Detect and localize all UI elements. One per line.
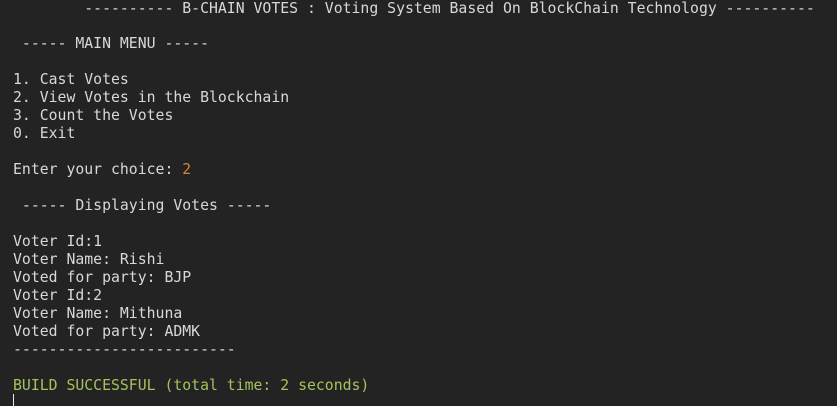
text-cursor — [13, 394, 14, 406]
display-votes-title: ----- Displaying Votes ----- — [13, 197, 272, 214]
menu-item-view-votes: 2. View Votes in the Blockchain — [13, 89, 290, 106]
vote-voter-id: Voter Id:2 — [13, 287, 103, 304]
vote-voter-name: Voter Name: Mithuna — [13, 305, 183, 322]
build-status: BUILD SUCCESSFUL (total time: 2 seconds) — [13, 377, 370, 394]
choice-input: 2 — [182, 161, 192, 178]
main-menu-title: ----- MAIN MENU ----- — [13, 35, 209, 52]
vote-party: Voted for party: BJP — [13, 269, 192, 286]
menu-item-count-votes: 3. Count the Votes — [13, 107, 174, 124]
vote-voter-name: Voter Name: Rishi — [13, 251, 165, 268]
app-header: ---------- B-CHAIN VOTES : Voting System… — [13, 0, 815, 17]
output-console[interactable]: ---------- B-CHAIN VOTES : Voting System… — [0, 0, 837, 406]
menu-item-cast-votes: 1. Cast Votes — [13, 71, 129, 88]
menu-item-exit: 0. Exit — [13, 125, 76, 142]
choice-prompt: Enter your choice: — [13, 161, 183, 178]
vote-voter-id: Voter Id:1 — [13, 233, 103, 250]
choice-line: Enter your choice: 2 — [13, 161, 191, 179]
vote-party: Voted for party: ADMK — [13, 323, 201, 340]
separator-line: ------------------------- — [13, 341, 236, 358]
